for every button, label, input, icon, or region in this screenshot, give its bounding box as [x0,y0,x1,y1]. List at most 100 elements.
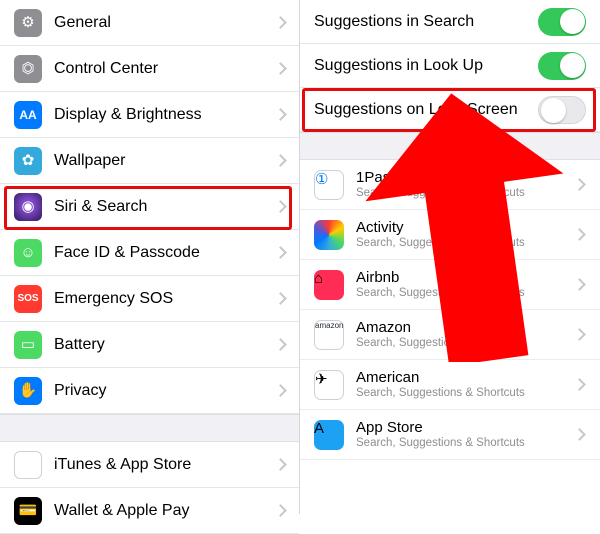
chevron-right-icon [274,292,287,305]
american-icon: ✈ [314,370,344,400]
toggle-label: Suggestions in Look Up [314,57,538,75]
chevron-right-icon [274,108,287,121]
face-icon: ☺ [14,239,42,267]
app-row-airbnb[interactable]: ⌂ AirbnbSearch, Suggestions & Shortcuts [300,260,600,310]
settings-row-wallpaper[interactable]: ✿ Wallpaper [0,138,299,184]
chevron-right-icon [573,228,586,241]
settings-row-control-center[interactable]: ⏣Control Center [0,46,299,92]
row-label: Battery [54,336,276,354]
row-label: Siri & Search [54,198,276,216]
hand-icon: ✋ [19,383,38,398]
app-row-1password[interactable]: ① 1PasswordSearch, Suggestions & Shortcut… [300,160,600,210]
amazon-icon: amazon [315,321,343,330]
chevron-right-icon [274,16,287,29]
chevron-right-icon [274,154,287,167]
airbnb-icon: ⌂ [314,270,344,300]
settings-row-siri-search[interactable]: ◉ Siri & Search [0,184,299,230]
app-subtitle: Search, Suggestions & Shortcuts [356,336,575,350]
toggle-row-suggestions-on-lock-screen: Suggestions on Lock Screen [300,88,600,132]
section-separator [0,414,299,442]
toggle-label: Suggestions on Lock Screen [314,101,538,119]
chevron-right-icon [274,246,287,259]
app-row-app-store[interactable]: A App StoreSearch, Suggestions & Shortcut… [300,410,600,460]
flower-icon: ✿ [22,153,35,168]
toggle-switch[interactable] [538,8,586,36]
app-text: ActivitySearch, Suggestions & Shortcuts [356,219,575,250]
appstore-icon: A [23,457,33,472]
siri-icon: ◉ [14,193,42,221]
activity-icon [314,220,344,250]
toggle-label: Suggestions in Search [314,13,538,31]
section-separator [300,132,600,160]
appstore-icon: A [314,420,344,450]
app-row-american[interactable]: ✈ AmericanSearch, Suggestions & Shortcuts [300,360,600,410]
app-subtitle: Search, Suggestions & Shortcuts [356,386,575,400]
toggle-row-suggestions-in-look-up: Suggestions in Look Up [300,44,600,88]
flower-icon: ✿ [14,147,42,175]
settings-row-wallet-apple-pay[interactable]: 💳 Wallet & Apple Pay [0,488,299,534]
app-text: AirbnbSearch, Suggestions & Shortcuts [356,269,575,300]
american-icon: ✈ [315,371,328,388]
siri-search-detail: Suggestions in Search Suggestions in Look… [300,0,600,514]
app-row-amazon[interactable]: amazon AmazonSearch, Suggestions & Shortc… [300,310,600,360]
app-text: 1PasswordSearch, Suggestions & Shortcuts [356,169,575,200]
row-label: Face ID & Passcode [54,244,276,262]
app-name: Activity [356,219,575,236]
toggle-switch[interactable] [538,52,586,80]
chevron-right-icon [573,428,586,441]
wallet-icon: 💳 [14,497,42,525]
amazon-icon: amazon [314,320,344,350]
toggles-icon: ⏣ [14,55,42,83]
appstore-icon: A [314,420,324,437]
hand-icon: ✋ [14,377,42,405]
face-icon: ☺ [20,245,35,260]
app-text: AmericanSearch, Suggestions & Shortcuts [356,369,575,400]
app-text: App StoreSearch, Suggestions & Shortcuts [356,419,575,450]
settings-row-privacy[interactable]: ✋ Privacy [0,368,299,414]
settings-row-itunes-app-store[interactable]: AiTunes & App Store [0,442,299,488]
chevron-right-icon [573,378,586,391]
chevron-right-icon [274,384,287,397]
toggle-switch[interactable] [538,96,586,124]
sos-icon: SOS [17,294,38,304]
row-label: Display & Brightness [54,106,276,124]
row-label: Wallpaper [54,152,276,170]
chevron-right-icon [274,504,287,517]
settings-row-emergency-sos[interactable]: SOS Emergency SOS [0,276,299,322]
chevron-right-icon [274,338,287,351]
settings-row-battery[interactable]: ▭ Battery [0,322,299,368]
gear-icon: ⚙︎ [14,9,42,37]
settings-row-general[interactable]: ⚙︎General [0,0,299,46]
toggle-row-suggestions-in-search: Suggestions in Search [300,0,600,44]
siri-icon: ◉ [21,199,34,214]
settings-row-display-brightness[interactable]: AA Display & Brightness [0,92,299,138]
chevron-right-icon [573,328,586,341]
settings-row-face-id-passcode[interactable]: ☺ Face ID & Passcode [0,230,299,276]
app-subtitle: Search, Suggestions & Shortcuts [356,186,575,200]
app-name: Amazon [356,319,575,336]
chevron-right-icon [573,178,586,191]
wallet-icon: 💳 [19,503,38,518]
chevron-right-icon [274,458,287,471]
row-label: Emergency SOS [54,290,276,308]
app-name: 1Password [356,169,575,186]
gear-icon: ⚙︎ [21,15,34,30]
1p-icon: ① [314,170,344,200]
aa-icon: AA [19,109,36,121]
app-row-activity[interactable]: ActivitySearch, Suggestions & Shortcuts [300,210,600,260]
chevron-right-icon [274,200,287,213]
row-label: Privacy [54,382,276,400]
app-name: Airbnb [356,269,575,286]
app-text: AmazonSearch, Suggestions & Shortcuts [356,319,575,350]
toggles-icon: ⏣ [21,61,34,76]
app-subtitle: Search, Suggestions & Shortcuts [356,436,575,450]
row-label: iTunes & App Store [54,456,276,474]
app-subtitle: Search, Suggestions & Shortcuts [356,236,575,250]
battery-icon: ▭ [14,331,42,359]
row-label: Wallet & Apple Pay [54,502,276,520]
app-name: American [356,369,575,386]
settings-list-left: ⚙︎General⏣Control Center AA Display & Brig… [0,0,300,514]
aa-icon: AA [14,101,42,129]
chevron-right-icon [573,278,586,291]
1p-icon: ① [315,171,328,188]
